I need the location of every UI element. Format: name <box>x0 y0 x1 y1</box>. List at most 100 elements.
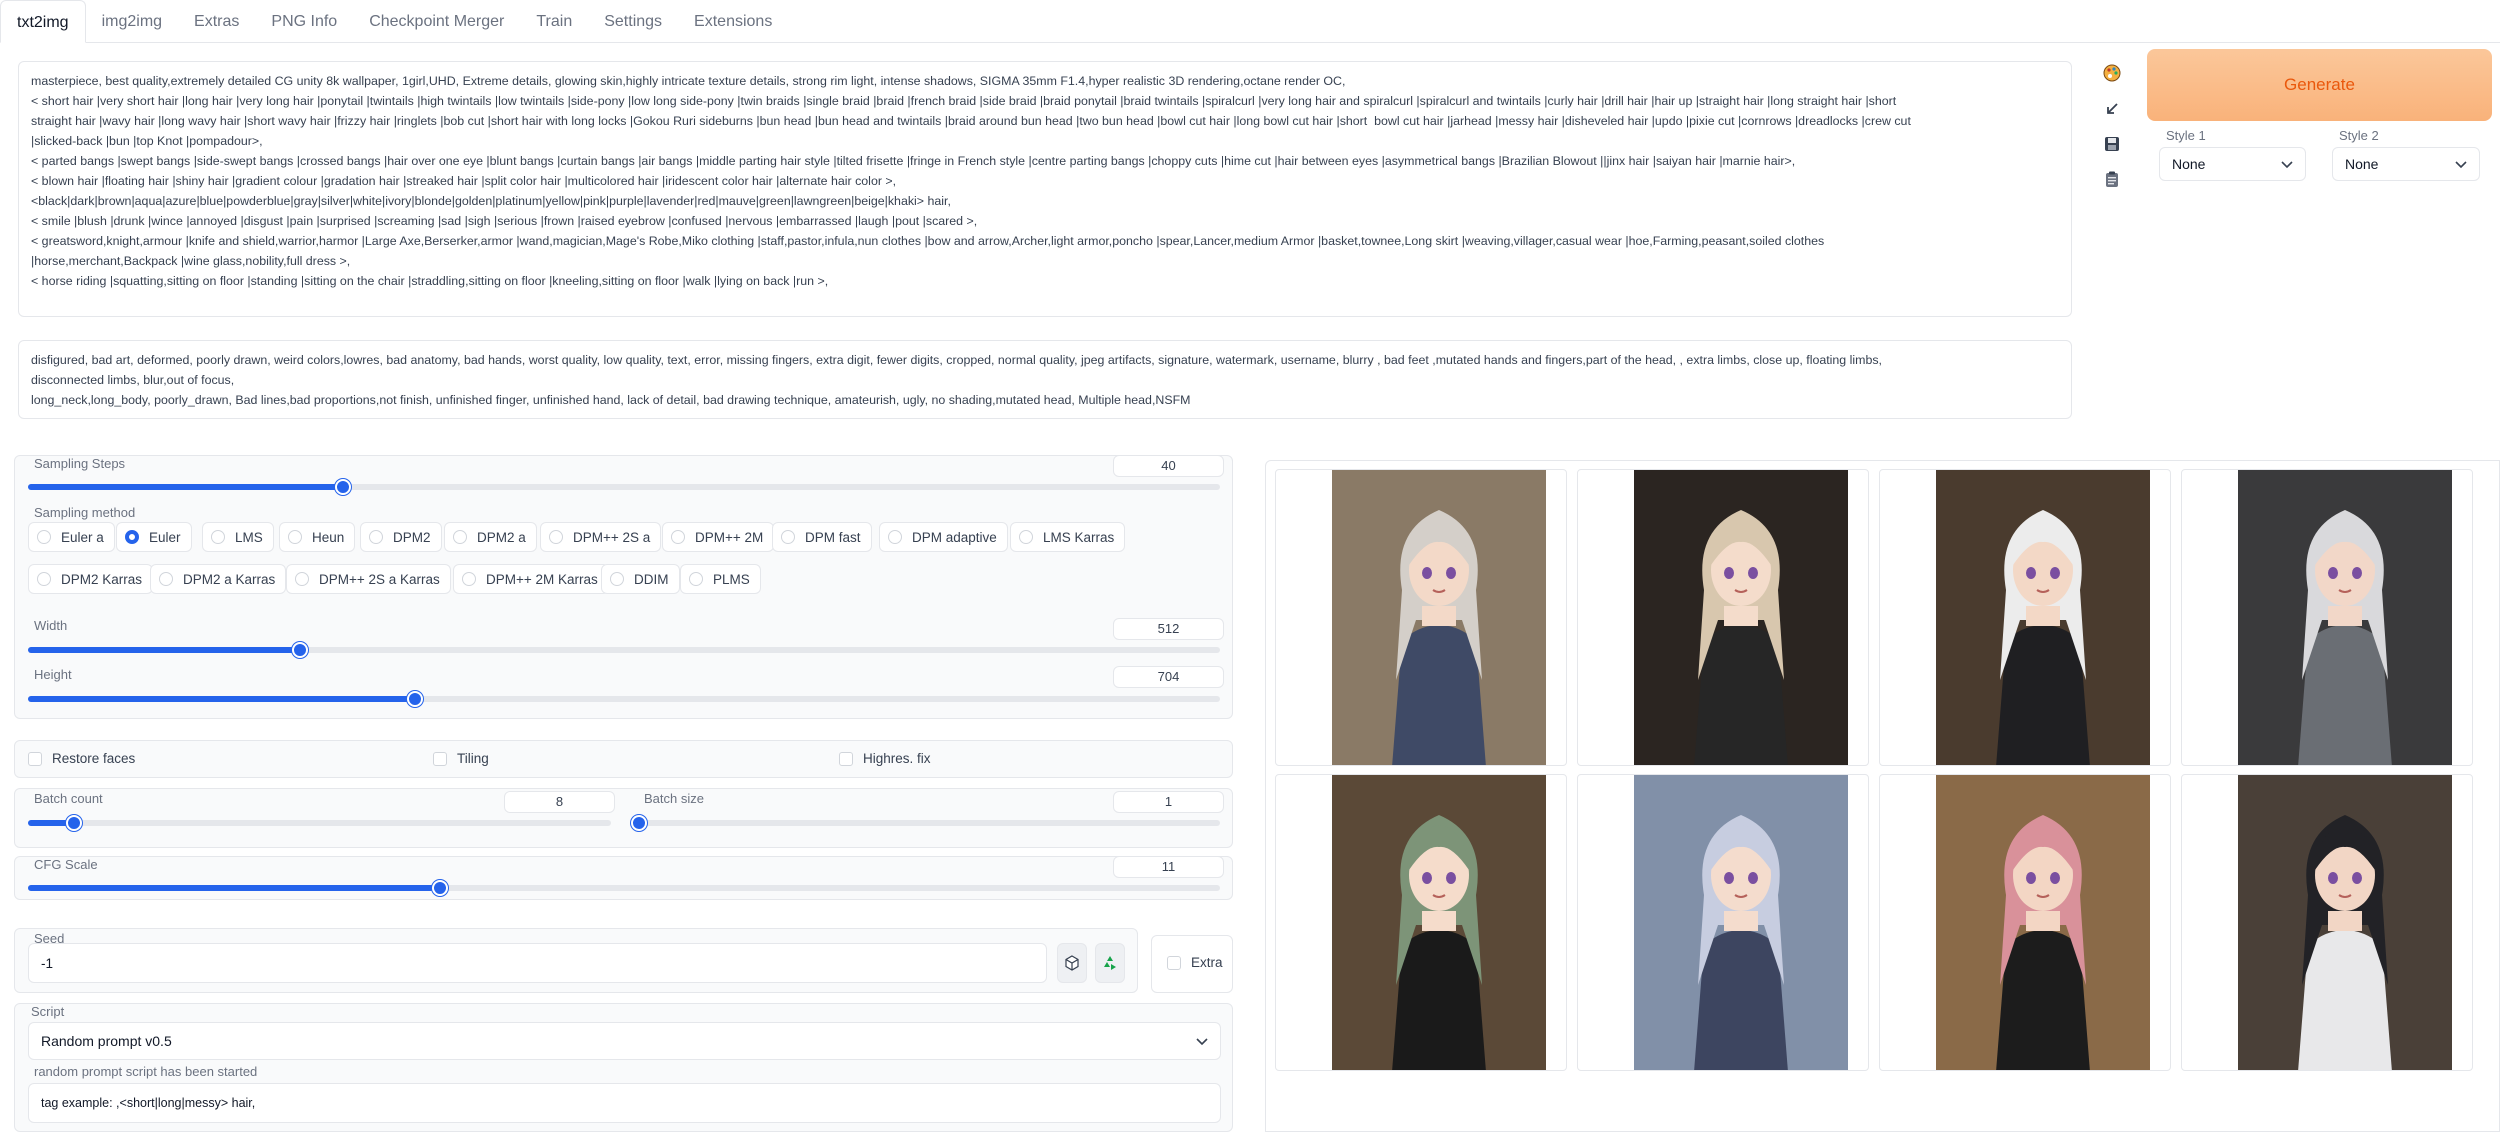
random-prompt-input[interactable]: tag example: ,<short|long|messy> hair, <box>28 1083 1221 1123</box>
sampling-method-option[interactable]: DPM2 a <box>444 522 537 552</box>
tab-img2img[interactable]: img2img <box>86 0 178 43</box>
radio-indicator <box>610 572 624 586</box>
sampling-method-option-label: DPM2 a Karras <box>183 571 276 587</box>
batch-count-input[interactable]: 8 <box>504 791 615 813</box>
sampling-method-option[interactable]: LMS Karras <box>1010 522 1126 552</box>
gallery-image[interactable] <box>2181 469 2473 766</box>
batch-size-input[interactable]: 1 <box>1113 791 1224 813</box>
sampling-method-option-label: DPM fast <box>805 529 861 545</box>
gallery-image[interactable] <box>1577 469 1869 766</box>
sampling-method-option[interactable]: LMS <box>202 522 274 552</box>
recycle-icon[interactable] <box>1095 943 1125 983</box>
generated-image <box>2238 775 2452 1070</box>
gallery-image[interactable] <box>1275 774 1567 1071</box>
style2-select[interactable]: None <box>2332 147 2480 181</box>
radio-indicator <box>781 530 795 544</box>
radio-indicator <box>453 530 467 544</box>
seed-input[interactable]: -1 <box>28 943 1047 983</box>
chevron-down-icon <box>2281 156 2293 172</box>
generated-image <box>1634 470 1848 765</box>
arrow-icon[interactable] <box>2099 96 2125 122</box>
sampling-method-option[interactable]: DPM fast <box>772 522 872 552</box>
batch-panel <box>14 788 1233 848</box>
sampling-method-option[interactable]: DPM2 Karras <box>28 564 154 594</box>
sampling-method-option-label: PLMS <box>713 571 750 587</box>
extra-checkbox[interactable]: Extra <box>1167 955 1223 970</box>
sampling-method-option[interactable]: DPM++ 2M Karras <box>453 564 609 594</box>
options-panel <box>14 740 1233 778</box>
gallery-image[interactable] <box>1577 774 1869 1071</box>
slider-thumb[interactable] <box>407 691 423 707</box>
cfg-scale-slider[interactable] <box>28 880 1220 896</box>
width-input[interactable]: 512 <box>1113 618 1224 640</box>
tiling-checkbox[interactable]: Tiling <box>433 751 489 766</box>
sampling-method-label: Sampling method <box>34 505 136 520</box>
radio-indicator <box>462 572 476 586</box>
batch-size-slider[interactable] <box>631 815 1220 831</box>
tab-extensions[interactable]: Extensions <box>678 0 788 43</box>
height-input[interactable]: 704 <box>1113 666 1224 688</box>
negative-prompt-input[interactable]: disfigured, bad art, deformed, poorly dr… <box>18 340 2072 419</box>
style1-label: Style 1 <box>2166 128 2206 143</box>
save-icon[interactable] <box>2099 131 2125 157</box>
sampling-method-option[interactable]: DPM++ 2S a Karras <box>286 564 451 594</box>
tab-extras[interactable]: Extras <box>178 0 255 43</box>
style1-select[interactable]: None <box>2159 147 2306 181</box>
tab-checkpoint-merger[interactable]: Checkpoint Merger <box>353 0 520 43</box>
palette-icon[interactable] <box>2099 60 2125 86</box>
output-gallery <box>1265 460 2500 1132</box>
gallery-image[interactable] <box>1275 469 1567 766</box>
batch-count-label: Batch count <box>34 791 103 806</box>
tab-txt2img[interactable]: txt2img <box>0 0 86 43</box>
highres-fix-label: Highres. fix <box>863 751 931 766</box>
slider-thumb[interactable] <box>66 815 82 831</box>
sampling-method-option[interactable]: DDIM <box>601 564 680 594</box>
sampling-method-option-label: DPM++ 2M Karras <box>486 571 598 587</box>
extra-label: Extra <box>1191 955 1223 970</box>
generate-button[interactable]: Generate <box>2147 49 2492 121</box>
sampling-method-option[interactable]: Euler a <box>28 522 115 552</box>
sampling-method-option[interactable]: Heun <box>279 522 356 552</box>
sampling-steps-slider[interactable] <box>28 479 1220 495</box>
width-slider[interactable] <box>28 642 1220 658</box>
sampling-method-option[interactable]: DPM++ 2S a <box>540 522 662 552</box>
sampling-steps-input[interactable]: 40 <box>1113 455 1224 477</box>
tab-settings[interactable]: Settings <box>588 0 678 43</box>
sampling-method-option[interactable]: DPM++ 2M <box>662 522 775 552</box>
dice-icon[interactable] <box>1057 943 1087 983</box>
script-select[interactable]: Random prompt v0.5 <box>28 1022 1221 1060</box>
sampling-method-option-label: LMS <box>235 529 263 545</box>
gallery-image[interactable] <box>1879 469 2171 766</box>
restore-faces-checkbox[interactable]: Restore faces <box>28 751 135 766</box>
style2-label: Style 2 <box>2339 128 2379 143</box>
slider-thumb[interactable] <box>335 479 351 495</box>
slider-thumb[interactable] <box>432 880 448 896</box>
gallery-image[interactable] <box>1879 774 2171 1071</box>
slider-thumb[interactable] <box>631 815 647 831</box>
generated-image <box>1936 775 2150 1070</box>
height-slider[interactable] <box>28 691 1220 707</box>
prompt-input[interactable]: masterpiece, best quality,extremely deta… <box>18 61 2072 317</box>
sampling-method-option-label: Heun <box>312 529 345 545</box>
radio-indicator <box>37 530 51 544</box>
batch-size-label: Batch size <box>644 791 704 806</box>
slider-thumb[interactable] <box>292 642 308 658</box>
sampling-method-option[interactable]: DPM2 a Karras <box>150 564 287 594</box>
clipboard-icon[interactable] <box>2099 166 2125 192</box>
slider-fill <box>28 885 440 891</box>
gallery-image[interactable] <box>2181 774 2473 1071</box>
sampling-method-option[interactable]: DPM adaptive <box>879 522 1008 552</box>
tab-png-info[interactable]: PNG Info <box>255 0 353 43</box>
generated-image <box>1332 775 1546 1070</box>
highres-fix-checkbox[interactable]: Highres. fix <box>839 751 931 766</box>
restore-faces-label: Restore faces <box>52 751 136 766</box>
sampling-method-option[interactable]: DPM2 <box>360 522 442 552</box>
cfg-scale-input[interactable]: 11 <box>1113 856 1224 878</box>
style1-value: None <box>2172 156 2206 172</box>
tab-train[interactable]: Train <box>520 0 588 43</box>
cfg-scale-label: CFG Scale <box>34 857 98 872</box>
sampling-method-option[interactable]: PLMS <box>680 564 761 594</box>
batch-count-slider[interactable] <box>28 815 611 831</box>
sampling-method-option-label: DPM++ 2M <box>695 529 764 545</box>
sampling-method-option[interactable]: Euler <box>116 522 192 552</box>
